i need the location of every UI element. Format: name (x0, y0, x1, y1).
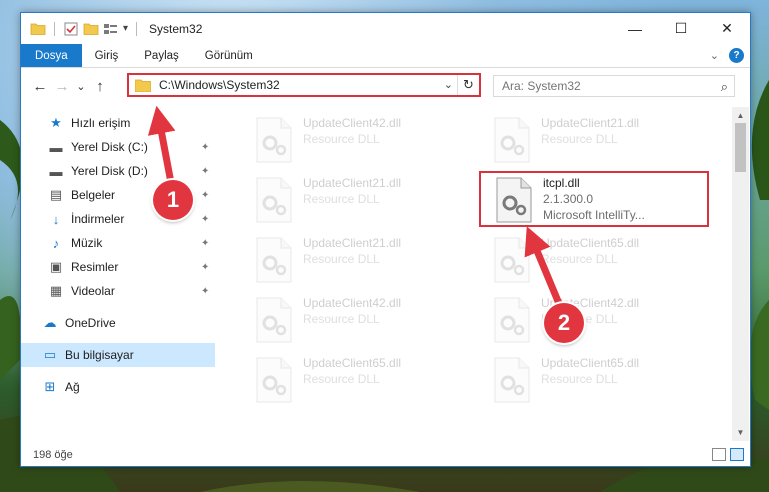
arrow-to-address-bar (147, 105, 176, 192)
callout-1: 1 (153, 180, 193, 220)
arrow-to-itcpl-file (524, 226, 564, 310)
annotation-arrows (147, 105, 564, 310)
callout-2: 2 (544, 303, 584, 343)
